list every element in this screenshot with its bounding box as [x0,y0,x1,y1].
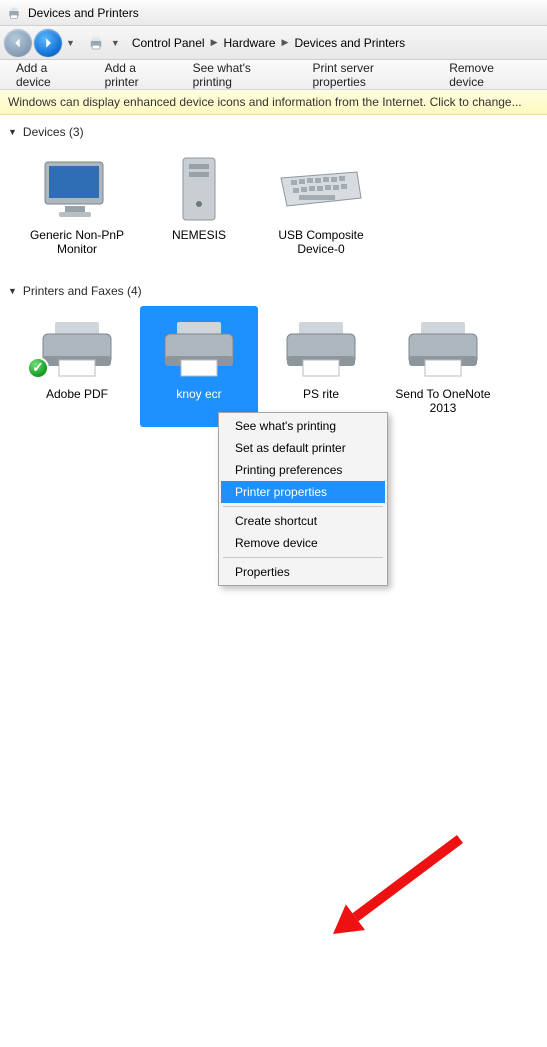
computer-tower-icon [143,154,255,224]
printer-label: Adobe PDF [21,387,133,401]
device-label: NEMESIS [143,228,255,242]
breadcrumb-hardware[interactable]: Hardware [221,34,277,52]
command-bar: Add a device Add a printer See what's pr… [0,60,547,90]
devices-grid: Generic Non-PnP Monitor NEMESIS [6,143,541,280]
printer-icon [387,313,499,383]
menu-printing-preferences[interactable]: Printing preferences [221,459,385,481]
content-area: ▼ Devices (3) Generic Non-PnP Monitor [0,115,547,459]
menu-create-shortcut[interactable]: Create shortcut [221,510,385,532]
navigation-bar: ▼ ▼ Control Panel ▶ Hardware ▶ Devices a… [0,26,547,60]
printer-icon: ✓ [21,313,133,383]
device-label: Generic Non-PnP Monitor [21,228,133,257]
context-menu: See what's printing Set as default print… [218,412,388,586]
printer-icon [6,5,22,21]
chevron-right-icon[interactable]: ▶ [211,37,218,48]
print-server-properties-button[interactable]: Print server properties [302,57,439,93]
remove-device-button[interactable]: Remove device [439,57,541,93]
printer-icon [143,313,255,383]
collapse-icon: ▼ [8,127,17,137]
menu-separator [223,506,383,507]
group-header-printers[interactable]: ▼ Printers and Faxes (4) [6,280,541,302]
printer-item-onenote[interactable]: Send To OneNote 2013 [384,306,502,427]
printer-label: knoy ecr [143,387,255,401]
device-item-tower[interactable]: NEMESIS [140,147,258,268]
device-item-monitor[interactable]: Generic Non-PnP Monitor [18,147,136,268]
group-title: Devices (3) [23,125,84,139]
menu-properties[interactable]: Properties [221,561,385,583]
group-header-devices[interactable]: ▼ Devices (3) [6,121,541,143]
menu-remove-device[interactable]: Remove device [221,532,385,554]
group-title: Printers and Faxes (4) [23,284,142,298]
device-label: USB Composite Device-0 [265,228,377,257]
breadcrumb-devices-printers[interactable]: Devices and Printers [292,34,407,52]
back-button[interactable] [4,29,32,57]
add-printer-button[interactable]: Add a printer [95,57,183,93]
forward-button[interactable] [34,29,62,57]
printer-item-adobe-pdf[interactable]: ✓ Adobe PDF [18,306,136,427]
menu-set-default[interactable]: Set as default printer [221,437,385,459]
collapse-icon: ▼ [8,286,17,296]
breadcrumb-control-panel[interactable]: Control Panel [130,34,207,52]
printer-icon [265,313,377,383]
printer-icon [87,34,105,52]
default-badge-icon: ✓ [27,357,49,379]
printer-label: PS rite [265,387,377,401]
menu-printer-properties[interactable]: Printer properties [221,481,385,503]
see-printing-button[interactable]: See what's printing [183,57,303,93]
menu-separator [223,557,383,558]
window-title: Devices and Printers [28,6,139,20]
info-bar[interactable]: Windows can display enhanced device icon… [0,90,547,115]
monitor-icon [21,154,133,224]
nav-history-dropdown-icon[interactable]: ▼ [66,38,75,48]
add-device-button[interactable]: Add a device [6,57,95,93]
printer-label: Send To OneNote 2013 [387,387,499,416]
chevron-right-icon[interactable]: ▶ [282,37,289,48]
chevron-down-icon[interactable]: ▼ [111,38,120,48]
menu-see-whats-printing[interactable]: See what's printing [221,415,385,437]
device-item-keyboard[interactable]: USB Composite Device-0 [262,147,380,268]
printer-item-selected[interactable]: knoy ecr [140,306,258,427]
printer-item-ps[interactable]: PS rite [262,306,380,427]
window-titlebar: Devices and Printers [0,0,547,26]
keyboard-icon [265,154,377,224]
breadcrumb: Control Panel ▶ Hardware ▶ Devices and P… [126,34,411,52]
